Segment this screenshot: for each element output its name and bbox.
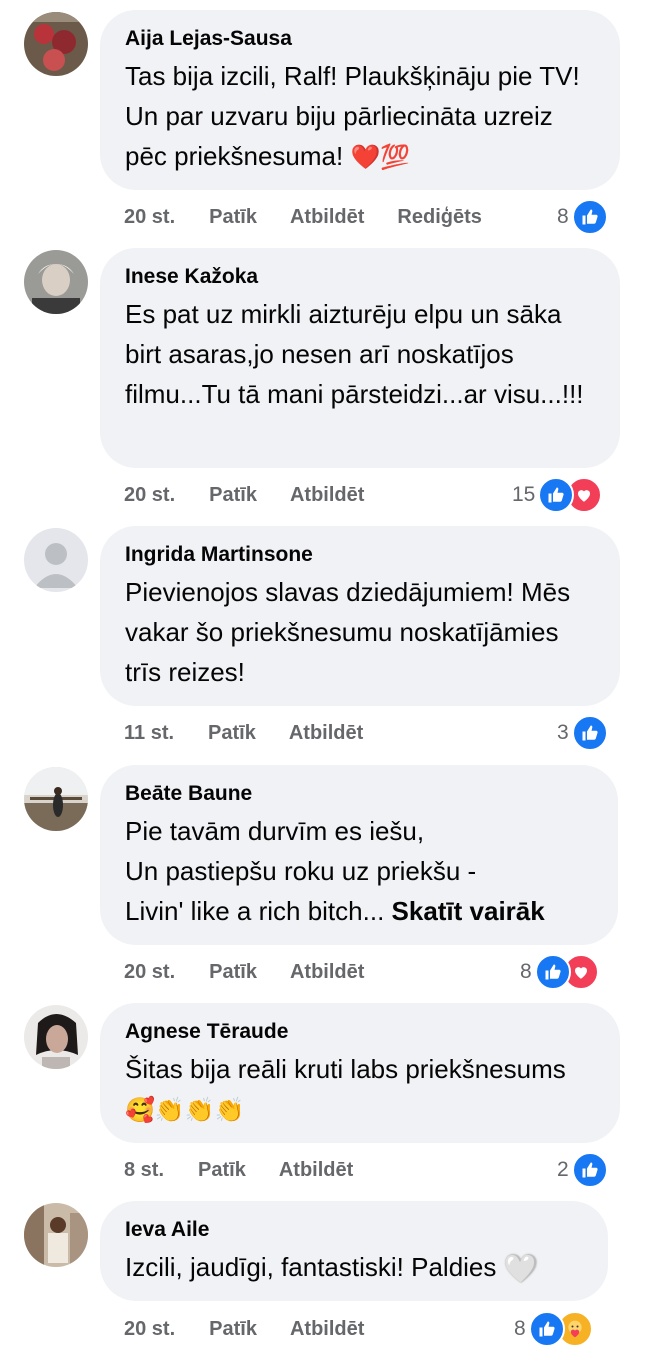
comment-bubble: Ieva Aile Izcili, jaudīgi, fantastiski! … — [100, 1201, 608, 1301]
avatar-photo-icon — [24, 1005, 88, 1069]
comment-author[interactable]: Inese Kažoka — [125, 264, 594, 290]
comment-text: Šitas bija reāli kruti labs priekšnesums… — [125, 1049, 594, 1129]
like-button[interactable]: Patīk — [208, 722, 256, 745]
comment-text: Pievienojos slavas dziedājumiem! Mēs vak… — [125, 577, 571, 687]
avatar-photo-icon — [24, 1203, 88, 1267]
reaction-count: 15 — [512, 483, 536, 506]
heart-hundred-emoji-icon: ❤️💯 — [350, 144, 411, 171]
comment-actions: 20 st. Patīk Atbildēt Rediģēts — [124, 201, 515, 233]
comment-bubble: Ingrida Martinsone Pievienojos slavas dz… — [100, 526, 620, 706]
comment-actions: 8 st. Patīk Atbildēt — [124, 1154, 386, 1186]
comment-line: Un pastiepšu roku uz priekšu - — [125, 856, 477, 886]
default-avatar-icon — [24, 528, 88, 592]
avatar-photo-icon — [24, 250, 88, 314]
white-heart-emoji-icon: 🤍 — [503, 1253, 539, 1285]
avatar[interactable] — [24, 250, 88, 314]
love-clap-emoji-icon: 🥰👏👏👏 — [125, 1097, 245, 1124]
comment-time[interactable]: 20 st. — [124, 961, 175, 984]
reaction-summary[interactable]: 2 — [557, 1150, 608, 1190]
comment-actions: 20 st. Patīk Atbildēt — [124, 479, 397, 511]
comment-author[interactable]: Ieva Aile — [125, 1217, 582, 1243]
like-icon — [534, 954, 571, 990]
like-button[interactable]: Patīk — [209, 484, 257, 507]
reaction-count: 3 — [557, 721, 569, 744]
comment-text: Izcili, jaudīgi, fantastiski! Paldies 🤍 — [125, 1247, 582, 1289]
comment-author[interactable]: Agnese Tēraude — [125, 1019, 594, 1045]
comment-text-body: Izcili, jaudīgi, fantastiski! Paldies — [125, 1252, 504, 1282]
like-icon — [571, 199, 608, 235]
comment-line: Pie tavām durvīm es iešu, — [125, 816, 425, 846]
comment-text-body: Šitas bija reāli kruti labs priekšnesums — [125, 1054, 566, 1084]
comment-time[interactable]: 11 st. — [124, 722, 174, 745]
like-button[interactable]: Patīk — [209, 1318, 257, 1341]
avatar[interactable] — [24, 12, 88, 76]
comment-author[interactable]: Aija Lejas-Sausa — [125, 26, 594, 52]
like-icon — [571, 715, 608, 751]
avatar[interactable] — [24, 1203, 88, 1267]
avatar[interactable] — [24, 528, 88, 592]
reaction-count: 8 — [557, 205, 569, 228]
avatar[interactable] — [24, 1005, 88, 1069]
avatar-photo-icon — [24, 767, 88, 831]
comment-actions: 11 st. Patīk Atbildēt — [124, 717, 396, 749]
avatar-photo-icon — [24, 12, 88, 76]
reaction-count: 2 — [557, 1158, 569, 1181]
comment-bubble: Aija Lejas-Sausa Tas bija izcili, Ralf! … — [100, 10, 620, 190]
comment-time[interactable]: 8 st. — [124, 1159, 164, 1182]
reply-button[interactable]: Atbildēt — [290, 484, 364, 507]
comment-bubble: Inese Kažoka Es pat uz mirkli aizturēju … — [100, 248, 620, 468]
comment-bubble: Agnese Tēraude Šitas bija reāli kruti la… — [100, 1003, 620, 1143]
reaction-summary[interactable]: 3 — [557, 713, 608, 753]
reaction-summary[interactable]: 15 — [512, 475, 603, 515]
comment-text: Pie tavām durvīm es iešu, Un pastiepšu r… — [125, 811, 592, 931]
comment-actions: 20 st. Patīk Atbildēt — [124, 956, 397, 988]
reply-button[interactable]: Atbildēt — [289, 722, 363, 745]
comment-actions: 20 st. Patīk Atbildēt — [124, 1313, 397, 1345]
comment-time[interactable]: 20 st. — [124, 484, 175, 507]
comment-text: Tas bija izcili, Ralf! Plaukšķināju pie … — [125, 56, 594, 176]
reaction-summary[interactable]: 8 — [514, 1309, 593, 1349]
like-button[interactable]: Patīk — [209, 961, 257, 984]
like-icon — [528, 1311, 565, 1347]
comment-time[interactable]: 20 st. — [124, 206, 175, 229]
comment-line-text: Livin' like a rich bitch... — [125, 896, 392, 926]
reaction-count: 8 — [514, 1317, 526, 1340]
reaction-summary[interactable]: 8 — [557, 197, 608, 237]
reply-button[interactable]: Atbildēt — [279, 1159, 353, 1182]
avatar[interactable] — [24, 767, 88, 831]
like-button[interactable]: Patīk — [198, 1159, 246, 1182]
see-more-link[interactable]: Skatīt vairāk — [392, 896, 545, 926]
comment-bubble: Beāte Baune Pie tavām durvīm es iešu, Un… — [100, 765, 618, 945]
comment-text: Es pat uz mirkli aizturēju elpu un sāka … — [125, 299, 584, 409]
comment-time[interactable]: 20 st. — [124, 1318, 175, 1341]
like-icon — [571, 1152, 608, 1188]
reply-button[interactable]: Atbildēt — [290, 961, 364, 984]
comment-author[interactable]: Beāte Baune — [125, 781, 592, 807]
edited-label[interactable]: Rediģēts — [397, 206, 481, 229]
comment-author[interactable]: Ingrida Martinsone — [125, 542, 594, 568]
like-button[interactable]: Patīk — [209, 206, 257, 229]
like-icon — [538, 477, 575, 513]
reaction-summary[interactable]: 8 — [520, 952, 599, 992]
reply-button[interactable]: Atbildēt — [290, 206, 364, 229]
comment-line: Livin' like a rich bitch... Skatīt vairā… — [125, 891, 592, 931]
reply-button[interactable]: Atbildēt — [290, 1318, 364, 1341]
reaction-count: 8 — [520, 960, 532, 983]
